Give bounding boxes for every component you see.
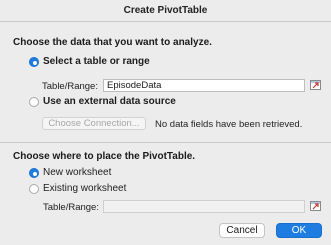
select-table-radio[interactable] — [29, 57, 39, 67]
placement-heading: Choose where to place the PivotTable. — [13, 151, 196, 162]
choose-connection-button[interactable]: Choose Connection... — [42, 117, 146, 130]
new-worksheet-label[interactable]: New worksheet — [43, 167, 111, 178]
new-worksheet-radio[interactable] — [29, 168, 39, 178]
source-range-label: Table/Range: — [42, 81, 98, 92]
existing-worksheet-label[interactable]: Existing worksheet — [43, 183, 126, 194]
external-source-label[interactable]: Use an external data source — [43, 96, 176, 107]
source-heading: Choose the data that you want to analyze… — [13, 37, 212, 48]
connection-status-text: No data fields have been retrieved. — [155, 119, 303, 130]
destination-range-field[interactable] — [103, 200, 305, 213]
source-range-field[interactable]: EpisodeData — [103, 79, 305, 92]
destination-range-label: Table/Range: — [43, 202, 99, 213]
cancel-button[interactable]: Cancel — [219, 223, 265, 238]
title-divider — [0, 21, 331, 22]
ok-button[interactable]: OK — [276, 223, 322, 238]
dialog-title: Create PivotTable — [123, 5, 208, 16]
collapse-dialog-icon[interactable] — [310, 201, 321, 211]
collapse-dialog-icon[interactable] — [310, 80, 321, 90]
create-pivottable-dialog: Create PivotTable Choose the data that y… — [0, 0, 331, 245]
section-divider — [0, 142, 331, 143]
existing-worksheet-radio[interactable] — [29, 184, 39, 194]
select-table-label[interactable]: Select a table or range — [43, 56, 150, 67]
external-source-radio[interactable] — [29, 97, 39, 107]
